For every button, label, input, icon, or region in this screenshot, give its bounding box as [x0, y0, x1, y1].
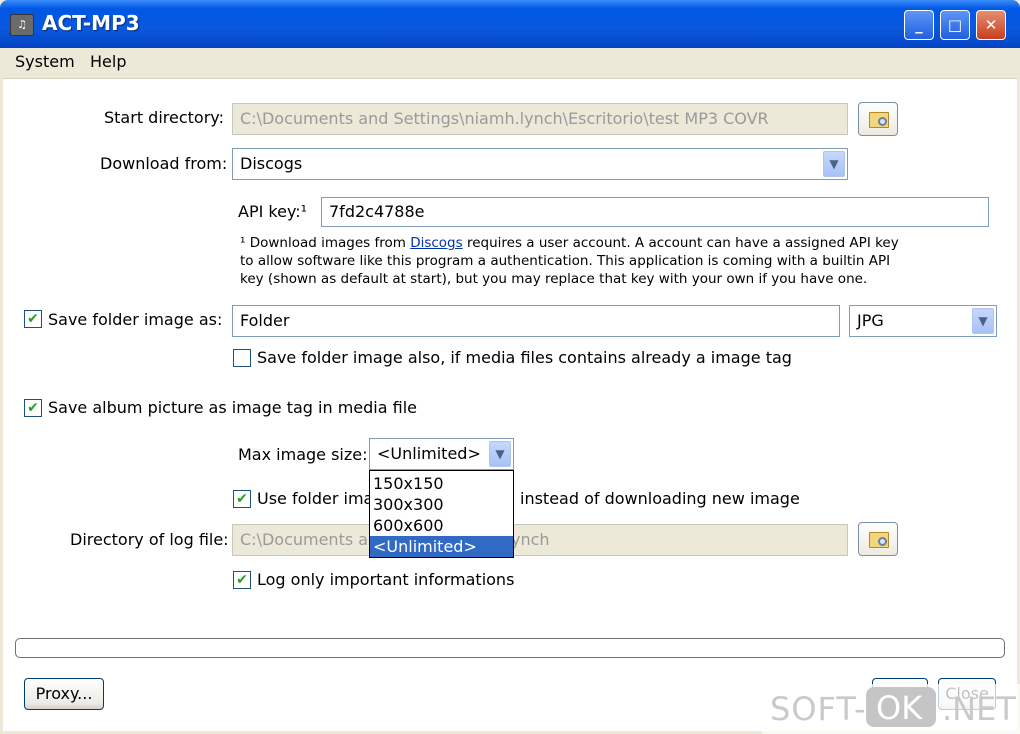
note-text: requires a user account. A account can h…: [462, 235, 899, 251]
browse-folder-icon: [869, 112, 889, 128]
max-image-size-label: Max image size:: [238, 445, 368, 464]
image-format-value: JPG: [857, 311, 884, 330]
discogs-link[interactable]: Discogs: [410, 235, 462, 251]
save-folder-also-label: Save folder image also, if media files c…: [257, 348, 792, 367]
max-image-size-dropdown-list: 150x150 300x300 600x600 <Unlimited>: [369, 470, 514, 558]
log-directory-field: C:\Documents an ynch: [232, 524, 848, 556]
watermark-ok-badge: OK: [866, 687, 936, 727]
watermark-text: SOFT-: [770, 690, 867, 728]
start-directory-field: C:\Documents and Settings\niamh.lynch\Es…: [232, 103, 848, 135]
start-directory-label: Start directory:: [104, 108, 224, 127]
save-folder-also-checkbox[interactable]: [233, 349, 251, 367]
max-image-size-value: <Unlimited>: [377, 444, 481, 463]
title-bar[interactable]: [0, 0, 1020, 48]
folder-image-name-input[interactable]: Folder: [232, 305, 840, 337]
save-folder-image-label: Save folder image as:: [48, 310, 223, 329]
log-important-label: Log only important informations: [257, 570, 515, 589]
save-album-tag-checkbox[interactable]: ✔: [24, 399, 42, 417]
progress-bar: [15, 638, 1005, 658]
close-window-button[interactable]: ✕: [976, 10, 1006, 40]
proxy-button[interactable]: Proxy...: [24, 678, 104, 710]
api-key-input[interactable]: 7fd2c4788e: [321, 197, 989, 227]
note-text: ¹ Download images from: [240, 235, 411, 251]
note-text: to allow software like this program a au…: [240, 253, 891, 269]
download-from-select[interactable]: Discogs ▼: [232, 148, 848, 180]
api-key-label: API key:¹: [238, 202, 308, 221]
download-from-label: Download from:: [100, 154, 228, 173]
chevron-down-icon[interactable]: ▼: [972, 308, 994, 334]
menu-bar: [3, 48, 1017, 79]
download-from-value: Discogs: [240, 154, 303, 173]
api-key-note: ¹ Download images from Discogs requires …: [240, 234, 899, 288]
note-text: key (shown as default at start), but you…: [240, 271, 868, 287]
size-option-unlimited[interactable]: <Unlimited>: [370, 536, 513, 557]
log-directory-browse-button[interactable]: [858, 522, 898, 556]
chevron-down-icon[interactable]: ▼: [489, 441, 511, 467]
use-folder-image-label-end: instead of downloading new image: [520, 489, 800, 508]
watermark-suffix: .NET: [942, 690, 1016, 728]
max-image-size-select[interactable]: <Unlimited> ▼: [369, 438, 514, 470]
save-folder-image-checkbox[interactable]: ✔: [24, 310, 42, 328]
chevron-down-icon[interactable]: ▼: [823, 151, 845, 177]
size-option-600[interactable]: 600x600: [370, 515, 513, 536]
use-folder-image-checkbox[interactable]: ✔: [233, 490, 251, 508]
minimize-button[interactable]: _: [904, 10, 934, 40]
start-directory-browse-button[interactable]: [858, 102, 898, 136]
size-option-150[interactable]: 150x150: [370, 473, 513, 494]
window-title: ACT-MP3: [42, 11, 140, 35]
size-option-300[interactable]: 300x300: [370, 494, 513, 515]
log-directory-label: Directory of log file:: [70, 530, 229, 549]
menu-help[interactable]: Help: [90, 52, 126, 71]
maximize-button[interactable]: □: [940, 10, 970, 40]
menu-system[interactable]: System: [15, 52, 75, 71]
log-directory-value-end: ynch: [511, 530, 550, 549]
log-directory-value-start: C:\Documents an: [240, 530, 379, 549]
use-folder-image-label-start: Use folder imag: [257, 489, 384, 508]
image-format-select[interactable]: JPG ▼: [849, 305, 997, 337]
log-important-checkbox[interactable]: ✔: [233, 571, 251, 589]
browse-folder-icon: [869, 532, 889, 548]
music-file-icon: ♫: [10, 14, 34, 36]
save-album-tag-label: Save album picture as image tag in media…: [48, 398, 417, 417]
